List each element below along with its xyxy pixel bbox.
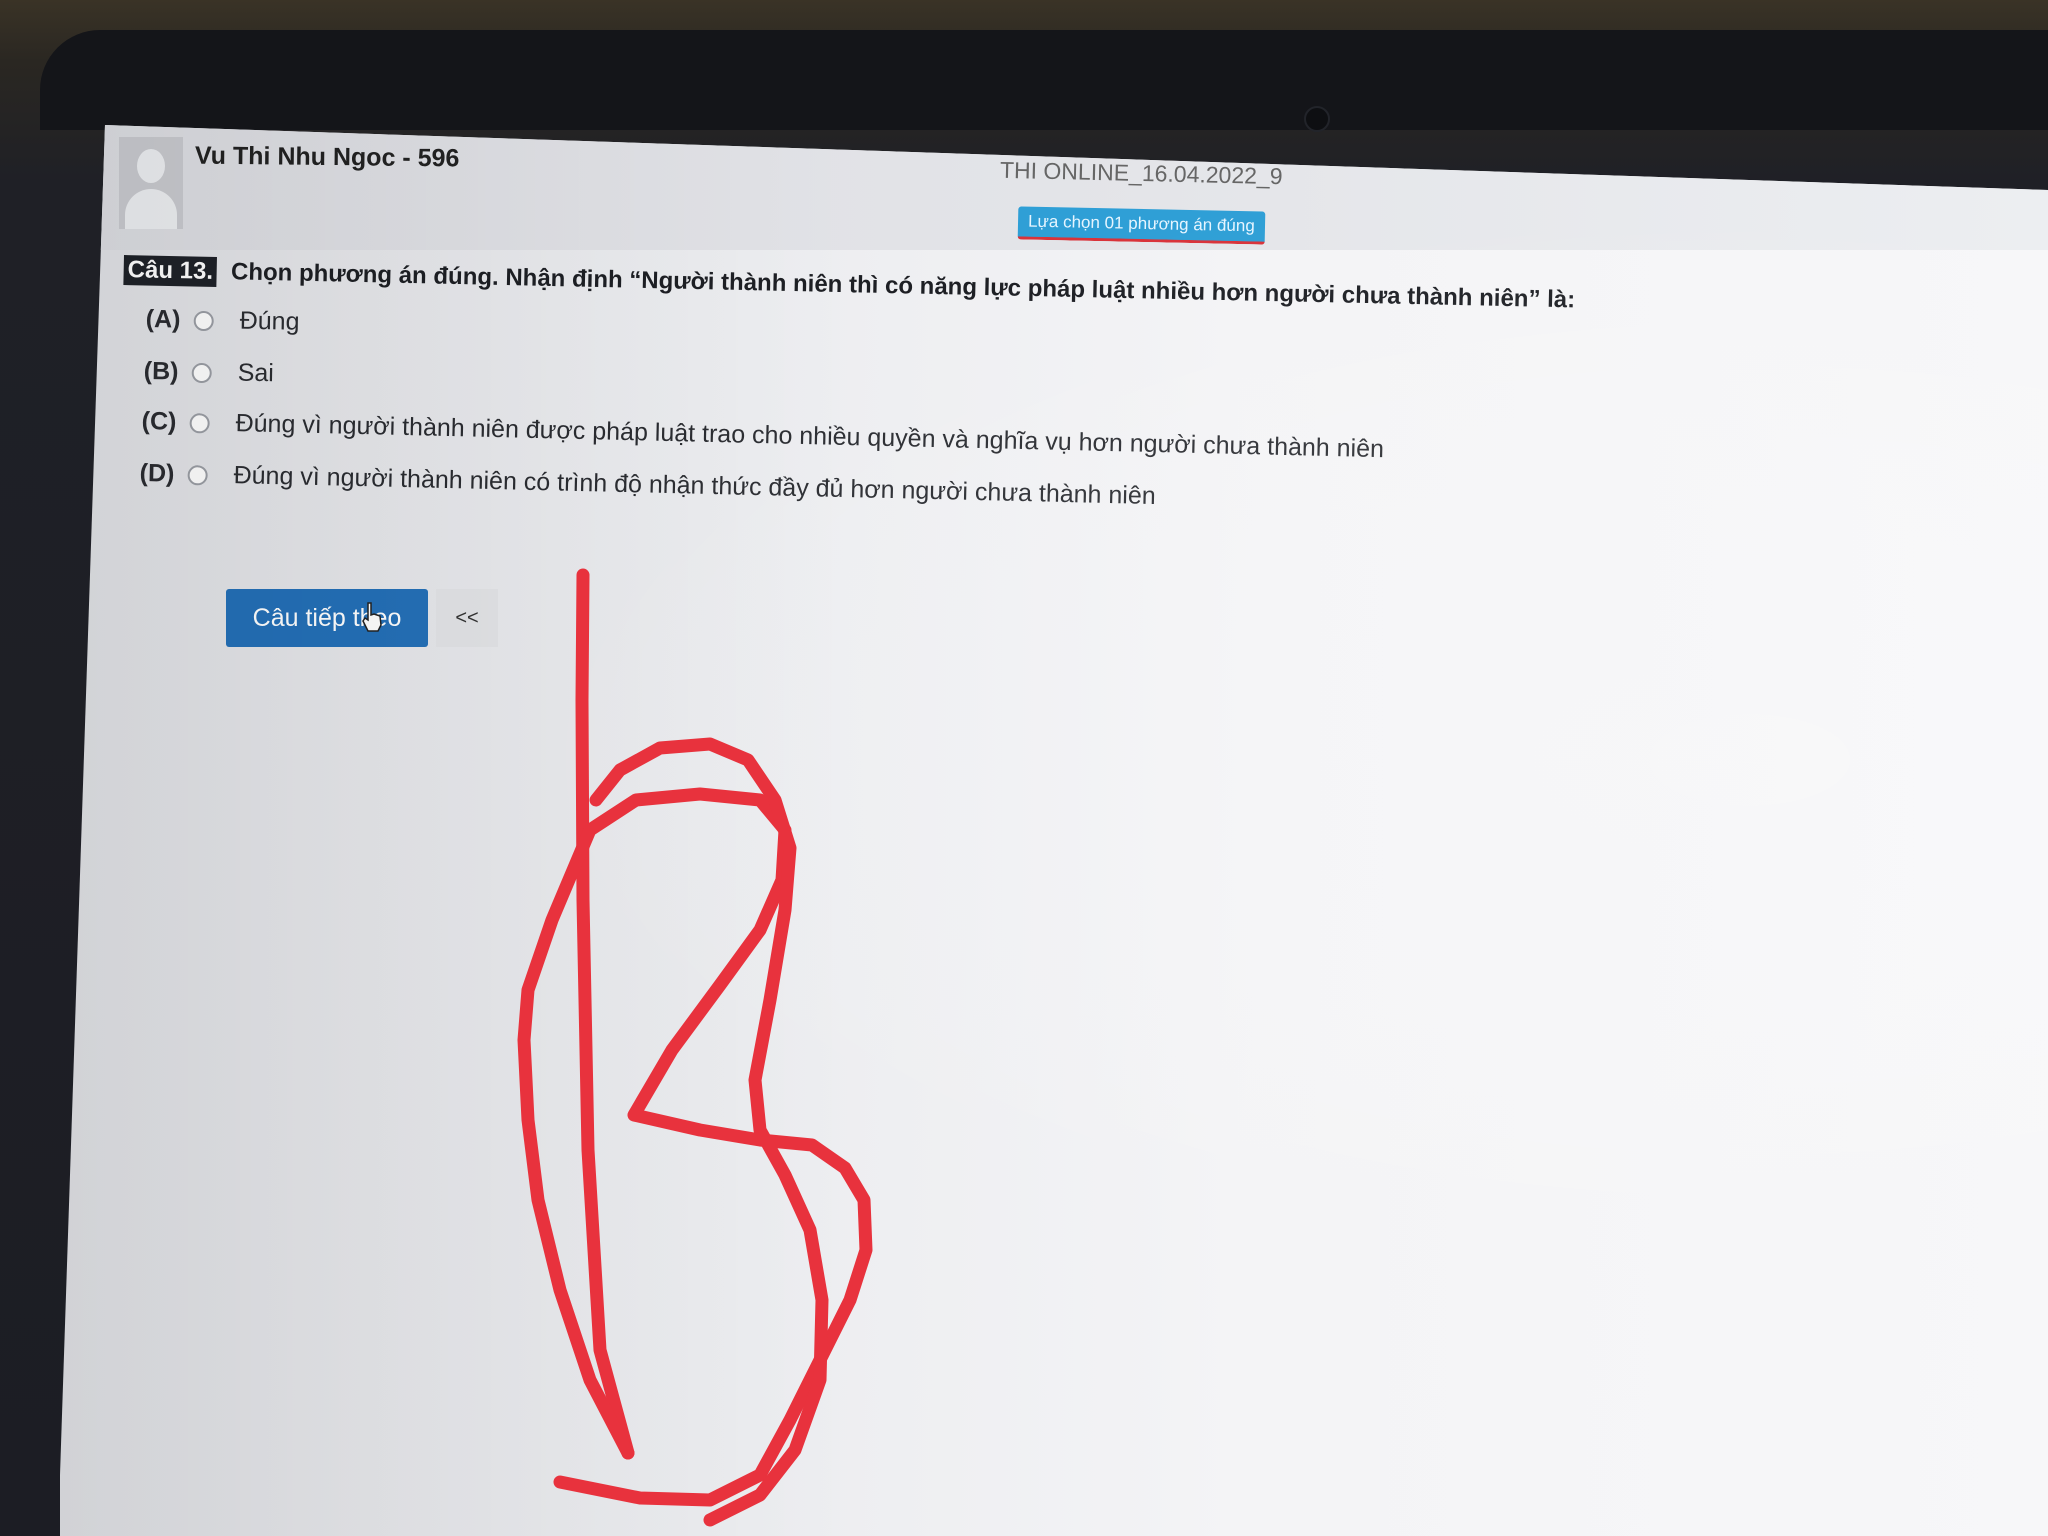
option-b-text: Sai	[237, 358, 275, 388]
avatar-head-shape	[137, 149, 165, 183]
hand-pointer-icon	[362, 602, 382, 632]
option-c-radio[interactable]	[189, 412, 210, 434]
avatar-body-shape	[125, 189, 177, 229]
option-d-letter: (D)	[139, 459, 175, 488]
bezel-top	[40, 30, 2048, 130]
laptop-screen: Vu Thi Nhu Ngoc - 596 THI ONLINE_16.04.2…	[60, 125, 2048, 1536]
option-c[interactable]: (C) Đúng vì người thành niên được pháp l…	[141, 407, 1384, 464]
user-name: Vu Thi Nhu Ngoc - 596	[194, 141, 460, 173]
question: Câu 13. Chọn phương án đúng. Nhận định “N…	[123, 255, 1623, 316]
option-d[interactable]: (D) Đúng vì người thành niên có trình độ…	[139, 459, 1156, 511]
instruction-badge: Lựa chọn 01 phương án đúng	[1017, 206, 1266, 245]
option-b-letter: (B)	[143, 357, 179, 386]
avatar	[119, 137, 183, 229]
option-a-radio[interactable]	[193, 310, 214, 331]
option-d-radio[interactable]	[187, 464, 208, 486]
question-text: Chọn phương án đúng. Nhận định “Người th…	[230, 258, 1576, 314]
option-a[interactable]: (A) Đúng	[145, 305, 300, 337]
question-number: Câu 13.	[123, 255, 218, 287]
option-b-radio[interactable]	[191, 362, 212, 383]
previous-question-button[interactable]: <<	[436, 589, 498, 647]
option-c-text: Đúng vì người thành niên được pháp luật …	[235, 409, 1385, 464]
webcam	[1304, 106, 1330, 132]
next-question-button[interactable]: Câu tiếp theo	[226, 589, 428, 647]
option-c-letter: (C)	[141, 407, 177, 436]
option-a-letter: (A)	[145, 305, 181, 334]
screen-glare	[60, 125, 2048, 1536]
option-d-text: Đúng vì người thành niên có trình độ nhậ…	[233, 461, 1157, 511]
option-a-text: Đúng	[239, 306, 300, 336]
option-b[interactable]: (B) Sai	[143, 357, 275, 388]
